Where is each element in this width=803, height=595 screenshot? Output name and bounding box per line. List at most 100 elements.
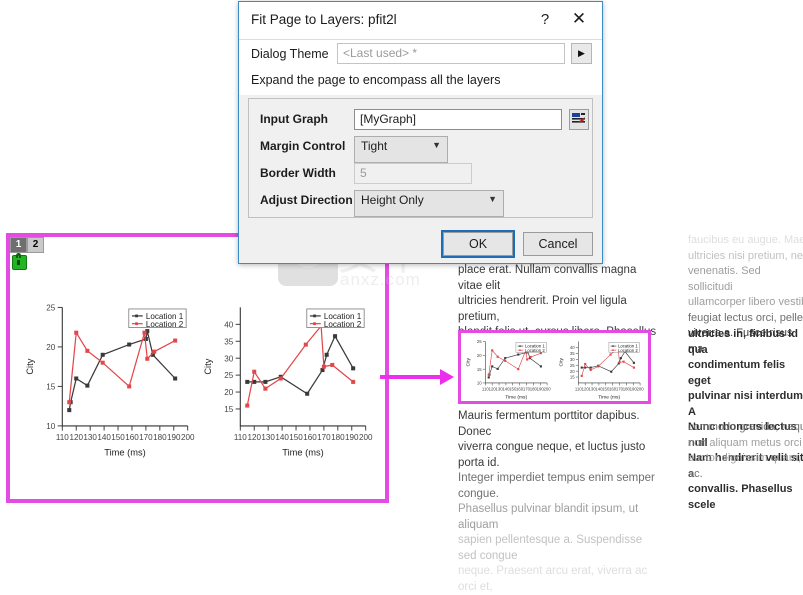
svg-text:35: 35 [570, 351, 575, 356]
svg-text:180: 180 [153, 433, 167, 442]
doc-line: faucibus eu augue. Mae [688, 234, 803, 246]
svg-text:20: 20 [46, 343, 56, 352]
svg-text:City: City [203, 358, 213, 374]
layer1-plot[interactable]: 110 120 130 140 150 160 170 180 190 200 10 15 20 25 Ti… [22, 295, 197, 460]
graph-window[interactable]: 1 2 110 120 130 140 150 160 170 180 190 200 10 15 20… [6, 233, 389, 503]
doc-text-right-bottom: commodo gravida, nequ non aliquam metus … [688, 420, 803, 482]
svg-text:Location 2: Location 2 [618, 348, 638, 353]
doc-line: auctor dignissim quam, [688, 452, 802, 464]
svg-text:15: 15 [477, 367, 482, 372]
svg-text:City: City [25, 358, 35, 374]
layer-tab-bar[interactable]: 1 2 [10, 237, 44, 253]
svg-text:Time (ms): Time (ms) [505, 395, 527, 401]
dialog-title: Fit Page to Layers: pfit2l [251, 12, 397, 27]
ok-button[interactable]: OK [441, 230, 515, 258]
svg-text:Location 2: Location 2 [146, 320, 184, 329]
svg-text:20: 20 [224, 388, 234, 397]
chevron-down-icon: ▼ [488, 194, 497, 204]
svg-text:130: 130 [261, 433, 275, 442]
doc-line: non aliquam metus orci i [688, 436, 803, 449]
layer-tab-2[interactable]: 2 [27, 237, 44, 253]
chevron-down-icon: ▼ [432, 140, 441, 150]
doc-line: commodo gravida, nequ [688, 421, 803, 433]
svg-text:120: 120 [69, 433, 83, 442]
svg-text:25: 25 [224, 371, 234, 380]
doc-text-mid-bottom: Mauris fermentum porttitor dapibus. Done… [458, 409, 663, 595]
margin-control-select[interactable]: Tight ▼ [354, 136, 448, 163]
svg-text:160: 160 [125, 433, 139, 442]
svg-text:120: 120 [247, 433, 261, 442]
dialog-title-bar: Fit Page to Layers: pfit2l ? ✕ [239, 2, 602, 40]
data-selector-icon[interactable] [569, 109, 589, 130]
cancel-button[interactable]: Cancel [523, 232, 593, 256]
thumb-plot-2: 110 120 130 140 150 160 170 180 190 200 15 20 25 30 35… [557, 335, 645, 401]
doc-line: Mauris fermentum porttitor dapibus. Done… [458, 410, 640, 438]
svg-text:140: 140 [97, 433, 111, 442]
svg-text:25: 25 [570, 363, 575, 368]
doc-line: sapien pellentesque a. Suspendisse sed c… [458, 534, 643, 562]
svg-text:20: 20 [570, 369, 575, 374]
svg-text:10: 10 [46, 422, 56, 431]
adjust-direction-select[interactable]: Height Only ▼ [354, 190, 504, 217]
doc-line: viverra congue neque, et luctus justo po… [458, 441, 646, 469]
svg-text:190: 190 [345, 433, 359, 442]
svg-text:Time (ms): Time (ms) [598, 395, 620, 401]
doc-line: ac. [688, 467, 703, 480]
doc-line: ultricies nisi pretium, ne [688, 249, 803, 262]
arrow-shaft [380, 375, 442, 379]
svg-text:200: 200 [181, 433, 195, 442]
dialog-theme-row: Dialog Theme <Last used> * ▶ [239, 40, 602, 70]
svg-text:30: 30 [224, 354, 234, 363]
field-row-border-width: Border Width 5 [249, 160, 592, 187]
green-lock-icon[interactable] [12, 253, 27, 270]
doc-line: neque. Praesent arcu erat, viverra ac or… [458, 565, 648, 593]
layer2-plot[interactable]: 110 120 130 140 150 160 170 180 190 200 15 20 25 30 35… [200, 295, 375, 460]
doc-line: place erat. Nullam convallis magna vitae… [458, 264, 637, 292]
svg-text:Location 2: Location 2 [525, 348, 545, 353]
svg-text:Time (ms): Time (ms) [282, 447, 323, 457]
doc-line: Integer imperdiet tempus enim semper con… [458, 472, 655, 500]
doc-line: pulvinar nisi interdum. A [688, 390, 803, 418]
thumb-plot-1: 110 120 130 140 150 160 170 180 190 200 10 15 20 25 Ti… [464, 335, 552, 401]
doc-line: ullamcorper libero vestib [688, 296, 803, 308]
border-width-field[interactable]: 5 [354, 163, 472, 184]
dialog-theme-input[interactable]: <Last used> * [337, 43, 565, 64]
svg-text:110: 110 [56, 433, 69, 442]
doc-line: Phasellus pulvinar blandit ipsum, ut ali… [458, 503, 639, 531]
svg-text:200: 200 [543, 386, 551, 391]
layer-tab-1[interactable]: 1 [10, 237, 27, 253]
svg-text:180: 180 [331, 433, 345, 442]
doc-line: feugiat lectus orci, peller [688, 311, 803, 324]
field-row-adjust-direction: Adjust Direction Height Only ▼ [249, 187, 592, 217]
field-row-margin-control: Margin Control Tight ▼ [249, 133, 592, 163]
svg-text:200: 200 [359, 433, 373, 442]
svg-text:160: 160 [303, 433, 317, 442]
svg-text:20: 20 [477, 353, 482, 358]
field-row-input-graph: Input Graph [MyGraph] [249, 106, 592, 133]
svg-text:150: 150 [289, 433, 303, 442]
svg-text:35: 35 [224, 337, 234, 346]
svg-text:110: 110 [234, 433, 247, 442]
close-icon[interactable]: ✕ [568, 9, 590, 29]
svg-text:170: 170 [317, 433, 331, 442]
result-thumbnail-window[interactable]: 110 120 130 140 150 160 170 180 190 200 10 15 20 25 Ti… [458, 330, 651, 404]
flow-arrow-icon [380, 369, 458, 385]
input-graph-field[interactable]: [MyGraph] [354, 109, 562, 130]
svg-text:200: 200 [636, 386, 644, 391]
fit-page-to-layers-dialog[interactable]: Fit Page to Layers: pfit2l ? ✕ Dialog Th… [238, 1, 603, 264]
svg-text:Time (ms): Time (ms) [104, 447, 145, 457]
svg-text:10: 10 [477, 381, 482, 386]
svg-text:25: 25 [46, 304, 56, 313]
svg-text:15: 15 [46, 383, 56, 392]
svg-text:140: 140 [275, 433, 289, 442]
input-graph-label: Input Graph [260, 112, 328, 126]
dialog-form: Input Graph [MyGraph] Margin Control Tig… [248, 98, 593, 218]
svg-text:25: 25 [477, 339, 482, 344]
doc-line: ultricies hendrerit. Proin vel ligula pr… [458, 295, 627, 323]
svg-text:190: 190 [167, 433, 181, 442]
dialog-theme-menu-button[interactable]: ▶ [571, 43, 592, 64]
help-icon[interactable]: ? [536, 11, 554, 28]
svg-text:15: 15 [570, 375, 575, 380]
svg-text:170: 170 [139, 433, 153, 442]
dialog-theme-label: Dialog Theme [251, 47, 329, 61]
